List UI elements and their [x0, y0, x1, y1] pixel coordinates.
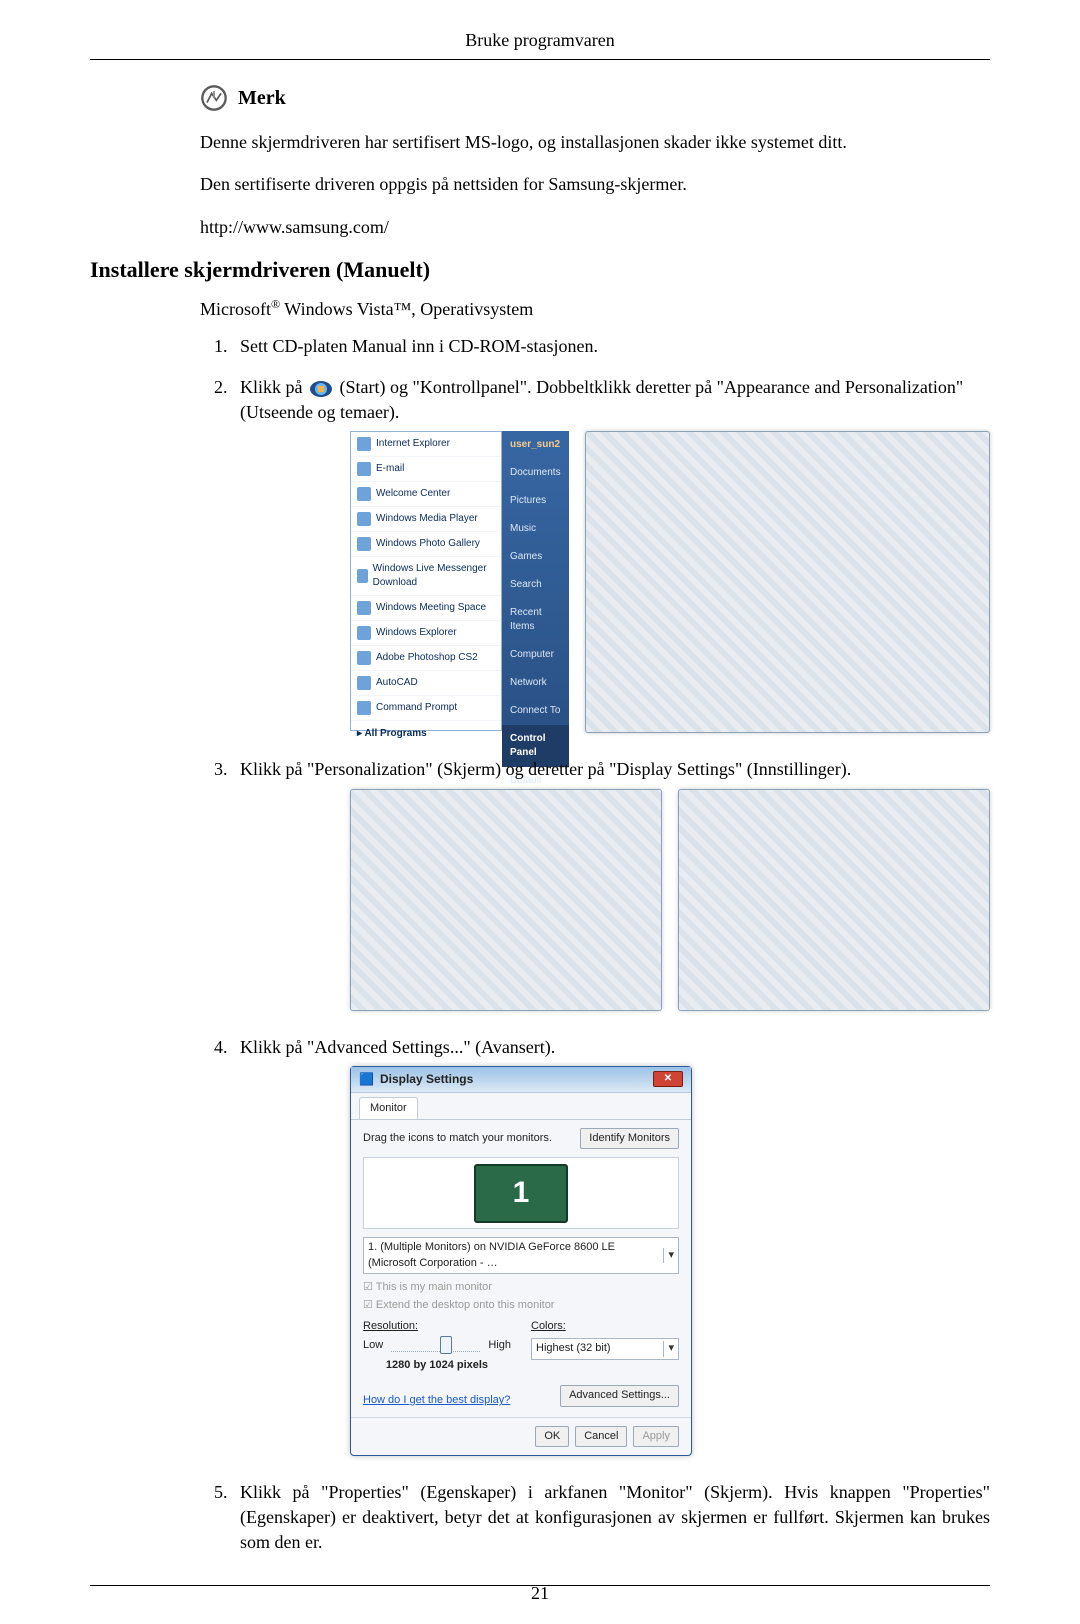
device-select[interactable]: 1. (Multiple Monitors) on NVIDIA GeForce… — [363, 1237, 679, 1274]
slider-high-label: High — [488, 1338, 511, 1353]
note-paragraph-1: Denne skjermdriveren har sertifisert MS-… — [200, 130, 990, 154]
step-2: Klikk på (Start) og "Kontrollpanel". Dob… — [232, 375, 990, 733]
sm-right-item: Recent Items — [502, 599, 569, 641]
screenshot-appearance-tasks — [350, 789, 662, 1011]
sm-right-item: Pictures — [502, 487, 569, 515]
screenshot-start-menu: Internet Explorer E-mail Welcome Center … — [350, 431, 569, 731]
sm-right-item: Network — [502, 669, 569, 697]
colors-value: Highest (32 bit) — [536, 1341, 611, 1356]
sm-right-item: Connect To — [502, 697, 569, 725]
chevron-down-icon: ▾ — [663, 1341, 674, 1356]
os-line: Microsoft® Windows Vista™, Operativsyste… — [200, 297, 990, 320]
help-link[interactable]: How do I get the best display? — [363, 1393, 510, 1408]
step-1: Sett CD-platen Manual inn i CD-ROM-stasj… — [232, 334, 990, 359]
note-icon — [200, 84, 228, 112]
monitor-preview[interactable]: 1 — [363, 1157, 679, 1229]
advanced-settings-button[interactable]: Advanced Settings... — [560, 1385, 679, 1406]
resolution-value: 1280 by 1024 pixels — [363, 1358, 511, 1373]
check-extend-desktop: ☑ Extend the desktop onto this monitor — [363, 1298, 679, 1313]
sm-item: AutoCAD — [376, 676, 418, 690]
sm-item: Windows Live Messenger Download — [373, 562, 495, 590]
sm-item: Windows Meeting Space — [376, 601, 486, 615]
ok-button[interactable]: OK — [535, 1426, 569, 1447]
sm-right-item: Documents — [502, 459, 569, 487]
os-suffix: Windows Vista™, Operativsystem — [280, 299, 533, 319]
colors-select[interactable]: Highest (32 bit) ▾ — [531, 1338, 679, 1359]
chevron-down-icon: ▾ — [663, 1248, 674, 1263]
dialog-title: Display Settings — [380, 1071, 653, 1088]
check-main-monitor: ☑ This is my main monitor — [363, 1280, 679, 1295]
slider-low-label: Low — [363, 1338, 383, 1353]
running-header: Bruke programvaren — [90, 30, 990, 51]
sm-right-item: Search — [502, 571, 569, 599]
step-3: Klikk på "Personalization" (Skjerm) og d… — [232, 757, 990, 1010]
sm-right-item: Games — [502, 543, 569, 571]
section-heading: Installere skjermdriveren (Manuelt) — [90, 257, 990, 283]
tab-monitor[interactable]: Monitor — [359, 1097, 418, 1119]
sm-all-programs: ▸ All Programs — [351, 721, 501, 747]
step-list: Sett CD-platen Manual inn i CD-ROM-stasj… — [200, 334, 990, 1556]
sm-item: Windows Explorer — [376, 626, 457, 640]
device-select-value: 1. (Multiple Monitors) on NVIDIA GeForce… — [368, 1240, 663, 1271]
start-orb-icon — [309, 380, 333, 398]
sm-item: E-mail — [376, 462, 404, 476]
resolution-label: Resolution: — [363, 1319, 511, 1334]
step-2-post: (Start) og "Kontrollpanel". Dobbeltklikk… — [240, 377, 963, 422]
screenshot-display-settings-dialog: 🟦 Display Settings ✕ Monitor Drag the ic… — [350, 1066, 692, 1456]
sm-item: Adobe Photoshop CS2 — [376, 651, 478, 665]
page-number: 21 — [0, 1583, 1080, 1604]
step-2-pre: Klikk på — [240, 377, 307, 397]
close-icon[interactable]: ✕ — [653, 1071, 683, 1087]
sm-item: Windows Photo Gallery — [376, 537, 480, 551]
identify-monitors-button[interactable]: Identify Monitors — [580, 1128, 679, 1149]
screenshot-control-panel — [585, 431, 990, 733]
cancel-button[interactable]: Cancel — [575, 1426, 627, 1447]
note-paragraph-url: http://www.samsung.com/ — [200, 215, 990, 239]
sm-right-item: user_sun2 — [502, 431, 569, 459]
sm-item: Windows Media Player — [376, 512, 478, 526]
step-5: Klikk på "Properties" (Egenskaper) i ark… — [232, 1480, 990, 1556]
registered-symbol: ® — [271, 297, 280, 311]
sm-right-item: Music — [502, 515, 569, 543]
dialog-title-icon: 🟦 — [359, 1071, 374, 1088]
monitor-1[interactable]: 1 — [474, 1164, 568, 1223]
colors-label: Colors: — [531, 1319, 679, 1334]
header-rule — [90, 59, 990, 60]
sm-item: Welcome Center — [376, 487, 450, 501]
os-prefix: Microsoft — [200, 299, 271, 319]
note-paragraph-2: Den sertifiserte driveren oppgis på nett… — [200, 172, 990, 196]
resolution-slider[interactable] — [391, 1341, 480, 1352]
note-label: Merk — [238, 87, 286, 110]
slider-thumb[interactable] — [440, 1336, 452, 1354]
sm-right-item: Computer — [502, 641, 569, 669]
step-4: Klikk på "Advanced Settings..." (Avanser… — [232, 1035, 990, 1456]
drag-instruction: Drag the icons to match your monitors. — [363, 1131, 552, 1146]
sm-item: Internet Explorer — [376, 437, 450, 451]
apply-button: Apply — [633, 1426, 679, 1447]
dialog-tabs: Monitor — [351, 1093, 691, 1120]
sm-item: Command Prompt — [376, 701, 457, 715]
screenshot-personalization — [678, 789, 990, 1011]
